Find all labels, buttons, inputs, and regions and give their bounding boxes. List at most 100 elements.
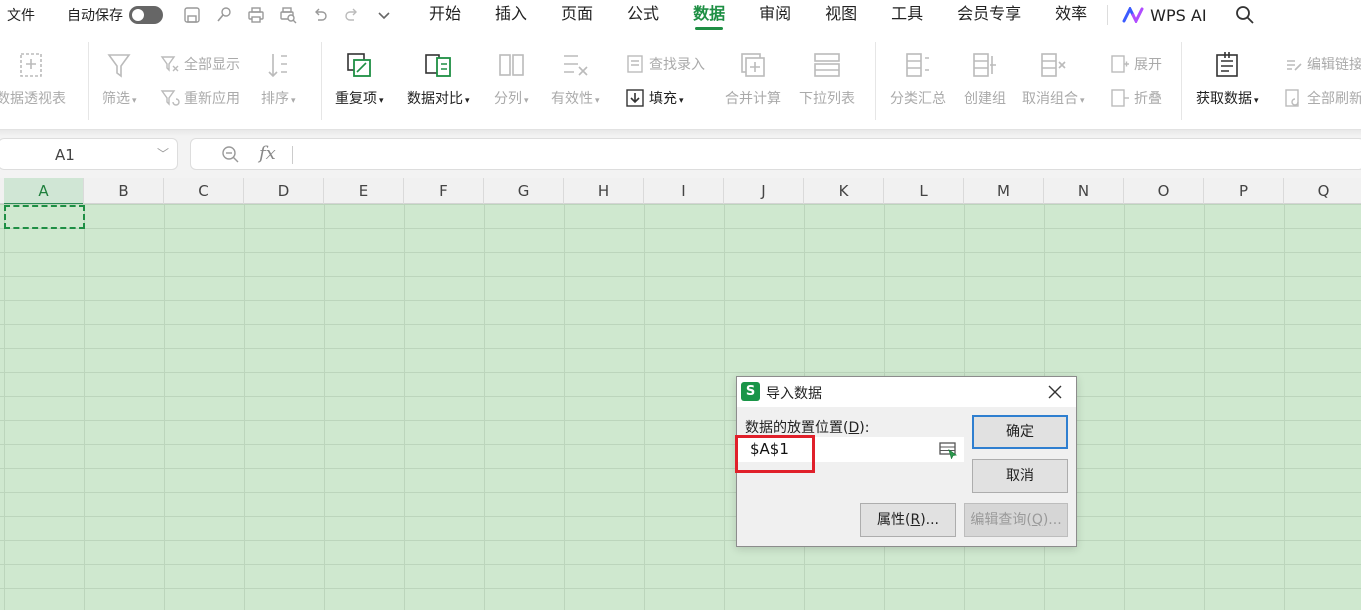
split-column-button[interactable]: 分列 ▾ (494, 50, 529, 108)
tab-member[interactable]: 会员专享 (957, 0, 1021, 30)
edit-links-button[interactable]: 编辑链接 (1283, 54, 1361, 74)
dialog-title-bar: S 导入数据 (737, 377, 1076, 407)
wps-ai-button[interactable]: WPS AI (1122, 6, 1207, 25)
file-menu[interactable]: 文件 (7, 5, 35, 25)
column-header-b[interactable]: B (84, 178, 164, 204)
column-header-j[interactable]: J (724, 178, 804, 204)
expand-button[interactable]: 展开 (1110, 54, 1162, 74)
column-header-c[interactable]: C (164, 178, 244, 204)
sheet-grid[interactable] (0, 204, 1361, 610)
active-cell[interactable] (4, 205, 85, 229)
column-header-o[interactable]: O (1124, 178, 1204, 204)
more-icon[interactable] (375, 6, 393, 24)
edit-links-icon (1283, 54, 1303, 74)
fill-label: 填充 (649, 91, 677, 107)
edit-query-suffix: )... (1042, 512, 1062, 528)
collapse-button[interactable]: 折叠 (1110, 88, 1162, 108)
autosave-toggle[interactable] (129, 6, 163, 24)
validity-icon (560, 50, 590, 80)
ribbon-divider (1181, 42, 1182, 120)
reapply-button[interactable]: 重新应用 (160, 88, 240, 108)
dropdown-list-button[interactable]: 下拉列表 (799, 50, 855, 108)
lookup-entry-button[interactable]: 查找录入 (625, 54, 705, 74)
tab-efficiency[interactable]: 效率 (1055, 0, 1087, 30)
location-label: 数据的放置位置(D): (745, 417, 869, 437)
column-header-g[interactable]: G (484, 178, 564, 204)
fill-button[interactable]: 填充 ▾ (625, 88, 684, 108)
create-group-button[interactable]: 创建组 (964, 50, 1006, 108)
column-header-a[interactable]: A (4, 178, 84, 205)
zoom-icon[interactable] (221, 145, 239, 163)
ribbon-divider (875, 42, 876, 120)
consolidate-button[interactable]: 合并计算 (725, 50, 781, 108)
sort-icon (263, 50, 293, 80)
reapply-filter-icon (160, 88, 180, 108)
share-icon[interactable] (215, 6, 233, 24)
name-box[interactable]: A1 ﹀ (0, 138, 178, 170)
duplicates-button[interactable]: 重复项 ▾ (335, 50, 384, 108)
tab-home[interactable]: 开始 (429, 0, 461, 30)
column-header-p[interactable]: P (1204, 178, 1284, 204)
tab-page[interactable]: 页面 (561, 0, 593, 30)
column-header-k[interactable]: K (804, 178, 884, 204)
filter-button[interactable]: 筛选 ▾ (102, 50, 137, 108)
column-header-m[interactable]: M (964, 178, 1044, 204)
search-icon[interactable] (1235, 5, 1255, 25)
column-header-d[interactable]: D (244, 178, 324, 204)
column-header-e[interactable]: E (324, 178, 404, 204)
split-column-icon (496, 50, 526, 80)
refresh-all-button[interactable]: 全部刷新 (1283, 88, 1361, 108)
column-header-f[interactable]: F (404, 178, 484, 204)
edit-links-label: 编辑链接 (1307, 57, 1361, 73)
edit-query-label: 编辑查询( (970, 512, 1032, 528)
print-icon[interactable] (247, 6, 265, 24)
dropdown-list-label: 下拉列表 (799, 91, 855, 107)
refresh-all-label: 全部刷新 (1307, 91, 1361, 107)
save-icon[interactable] (183, 6, 201, 24)
subtotal-button[interactable]: 分类汇总 (890, 50, 946, 108)
pivot-table-button[interactable]: 数据透视表 (0, 50, 66, 108)
get-data-button[interactable]: 获取数据 ▾ (1196, 50, 1259, 108)
tab-review[interactable]: 审阅 (759, 0, 791, 30)
tab-data[interactable]: 数据 (693, 0, 725, 30)
print-preview-icon[interactable] (279, 6, 297, 24)
column-header-i[interactable]: I (644, 178, 724, 204)
refresh-all-icon (1283, 88, 1303, 108)
ungroup-label: 取消组合 (1022, 91, 1078, 107)
autosave-label: 自动保存 (67, 8, 123, 24)
create-group-label: 创建组 (964, 91, 1006, 107)
name-box-dropdown-icon[interactable]: ﹀ (157, 145, 169, 162)
column-header-l[interactable]: L (884, 178, 964, 204)
column-header-q[interactable]: Q (1284, 178, 1361, 204)
formula-input[interactable]: fx (190, 138, 1361, 170)
data-compare-button[interactable]: 数据对比 ▾ (407, 50, 470, 108)
tab-formula[interactable]: 公式 (627, 0, 659, 30)
sort-button[interactable]: 排序 ▾ (261, 50, 296, 108)
fx-icon[interactable]: fx (259, 143, 276, 164)
show-all-button[interactable]: 全部显示 (160, 54, 240, 74)
validity-label: 有效性 (551, 91, 593, 107)
redo-icon[interactable] (343, 6, 361, 24)
undo-icon[interactable] (311, 6, 329, 24)
wps-sheet-logo-icon: S (741, 382, 760, 401)
tab-view[interactable]: 视图 (825, 0, 857, 30)
tab-tools[interactable]: 工具 (891, 0, 923, 30)
properties-button[interactable]: 属性(R)... (860, 503, 956, 537)
fill-icon (625, 88, 645, 108)
ok-button[interactable]: 确定 (972, 415, 1068, 449)
clear-filter-icon (160, 54, 180, 74)
column-header-n[interactable]: N (1044, 178, 1124, 204)
collapse-label: 折叠 (1134, 91, 1162, 107)
dialog-title: 导入数据 (766, 386, 822, 402)
column-header-h[interactable]: H (564, 178, 644, 204)
validity-button[interactable]: 有效性 ▾ (551, 50, 600, 108)
close-icon[interactable] (1047, 384, 1063, 400)
ungroup-button[interactable]: 取消组合 ▾ (1022, 50, 1085, 108)
expand-label: 展开 (1134, 57, 1162, 73)
location-label-key: D (848, 420, 860, 436)
range-picker-icon[interactable] (939, 441, 957, 459)
cancel-button[interactable]: 取消 (972, 459, 1068, 493)
tab-insert[interactable]: 插入 (495, 0, 527, 30)
edit-query-button[interactable]: 编辑查询(Q)... (964, 503, 1068, 537)
dropdown-list-icon (812, 50, 842, 80)
